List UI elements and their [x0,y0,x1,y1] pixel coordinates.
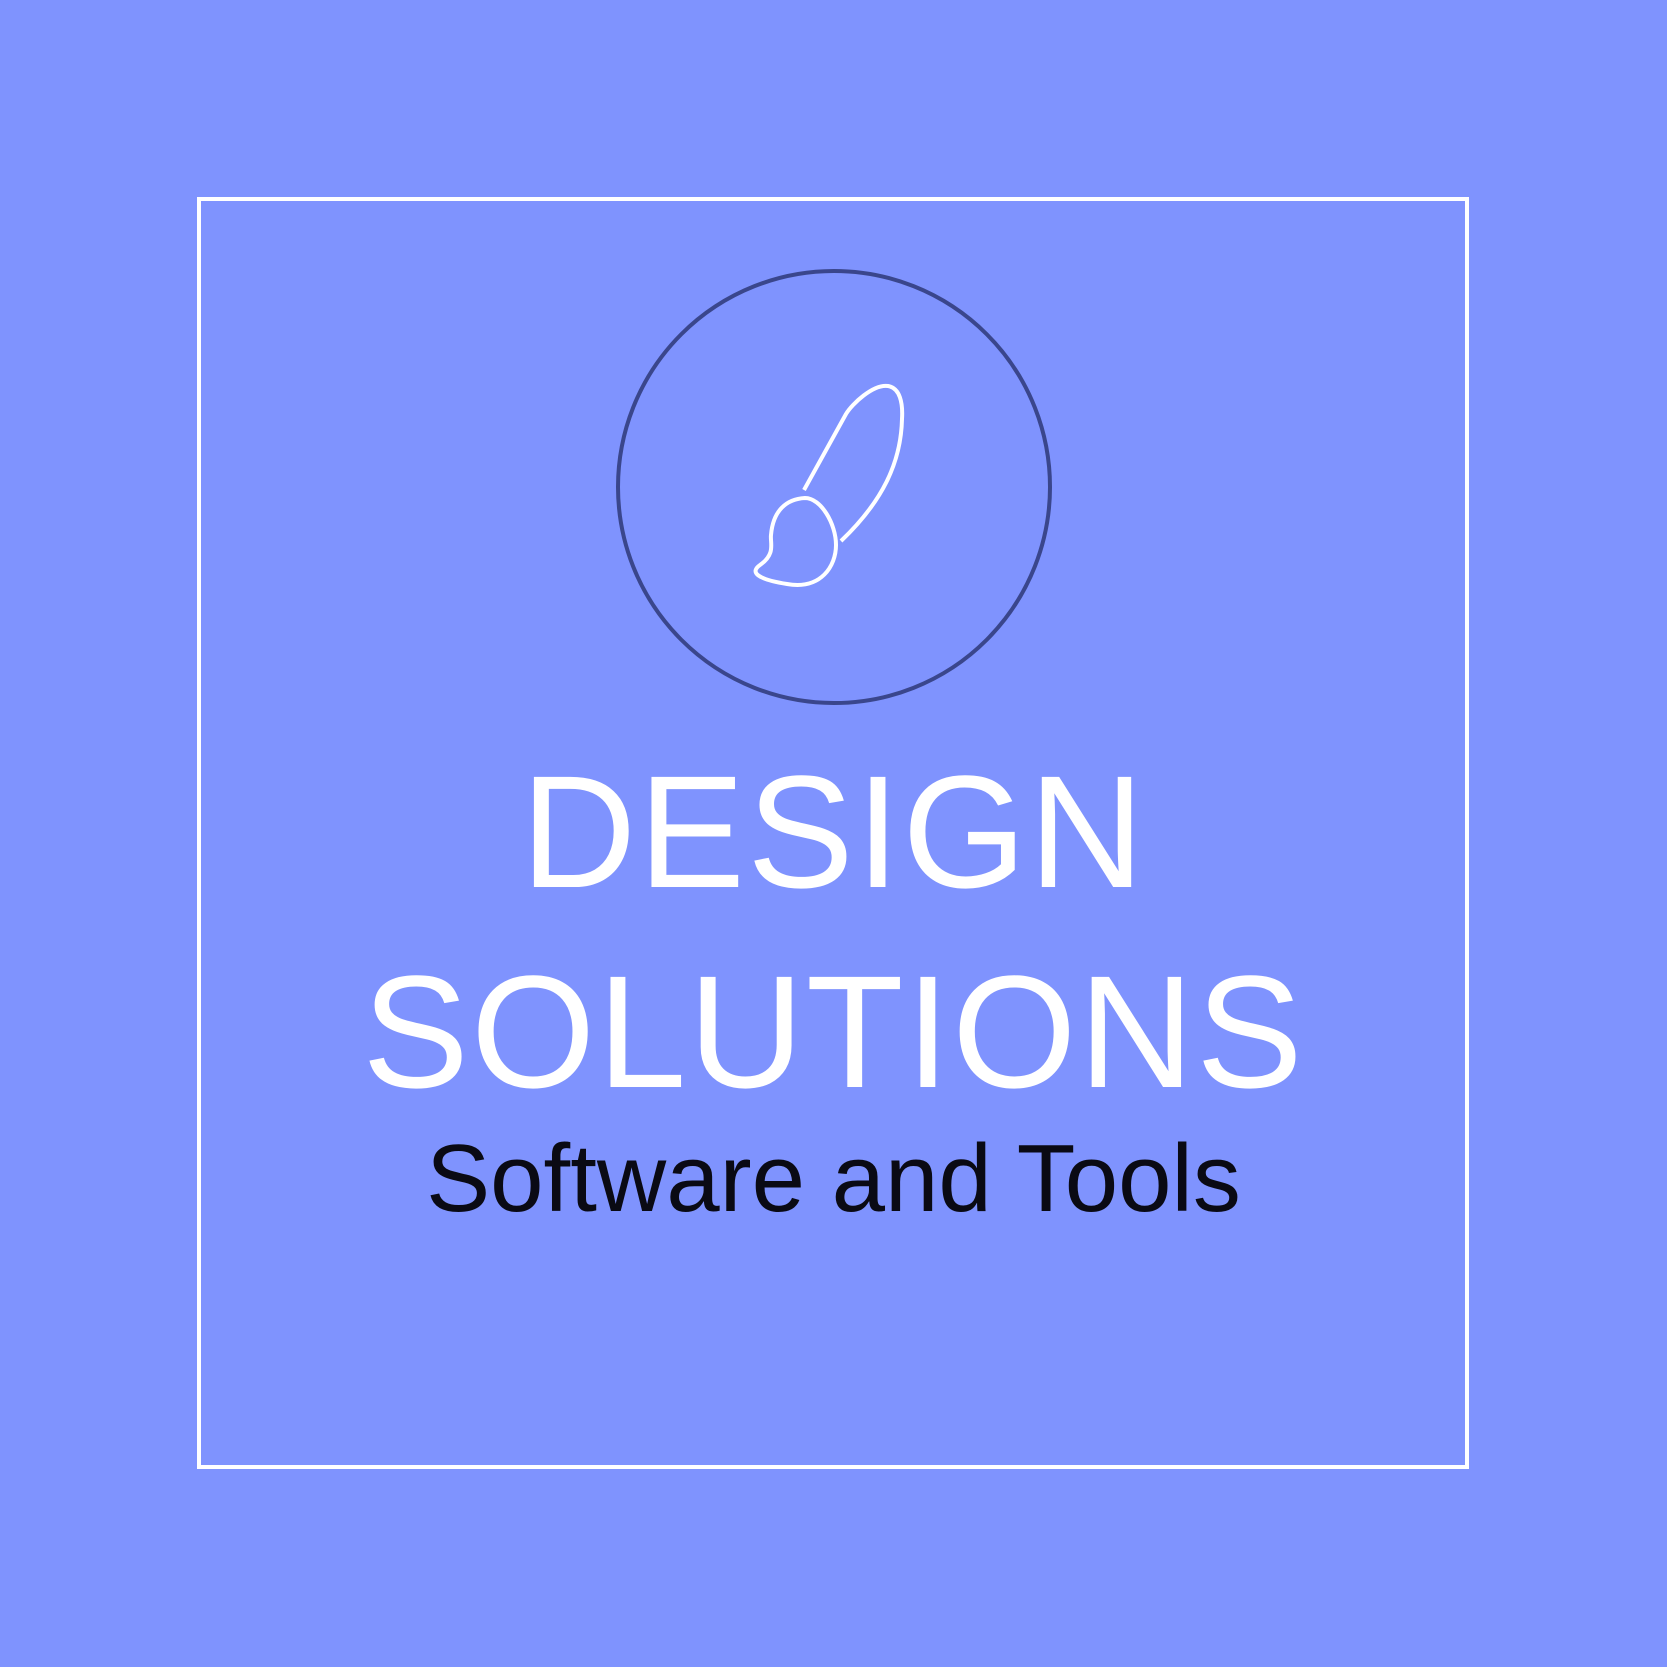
logo-title-line-1: DESIGN [520,742,1147,921]
emblem-circle [616,269,1052,705]
logo-subtitle: Software and Tools [426,1125,1241,1232]
logo-title-line-2: SOLUTIONS [362,942,1305,1121]
paintbrush-icon [753,383,905,587]
